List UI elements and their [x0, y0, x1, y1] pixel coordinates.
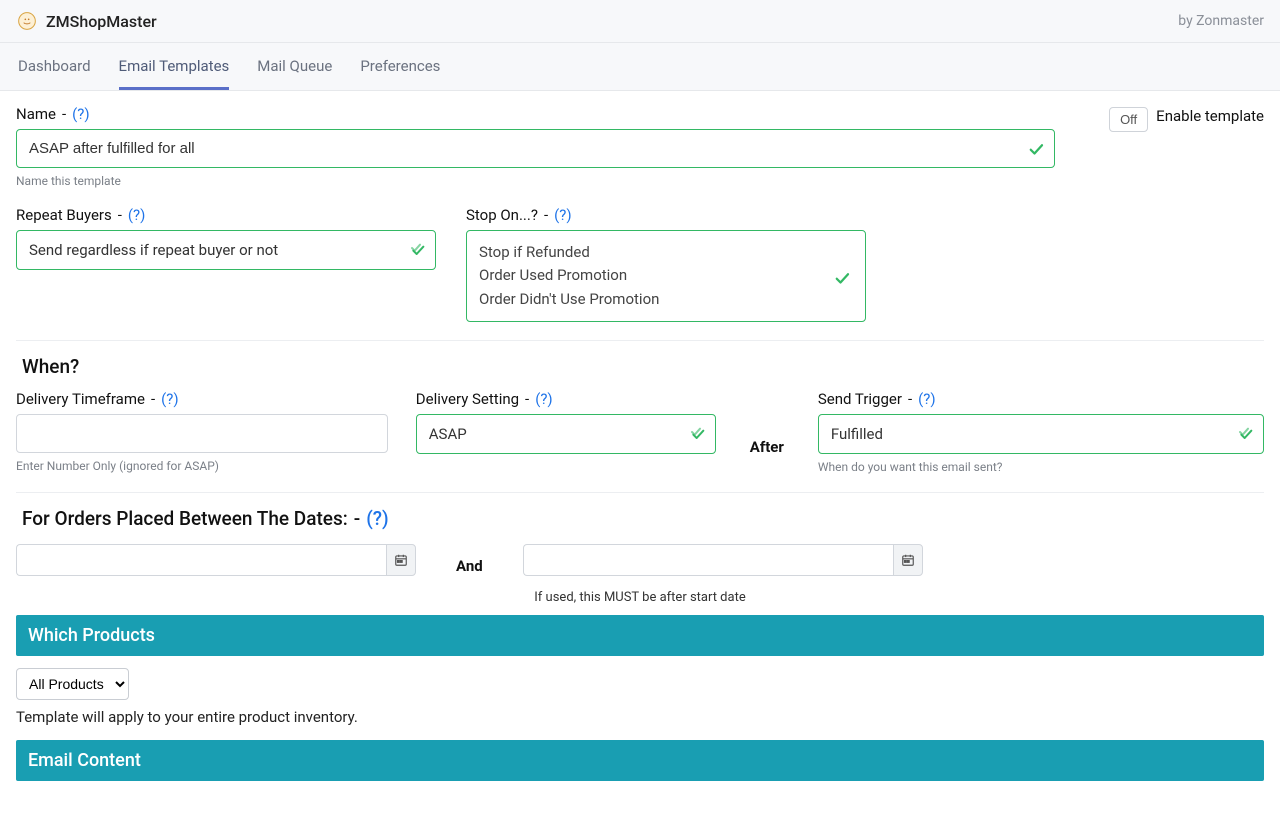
- dates-section-title: For Orders Placed Between The Dates: - (…: [22, 507, 1264, 530]
- enable-template-toggle[interactable]: Off: [1109, 107, 1148, 132]
- end-date-note: If used, this MUST be after start date: [16, 590, 1264, 605]
- after-word: After: [744, 420, 790, 474]
- check-icon: [1027, 140, 1045, 158]
- dates-help-link[interactable]: (?): [366, 507, 388, 530]
- delivery-setting-select[interactable]: ASAP: [416, 414, 716, 454]
- tab-preferences[interactable]: Preferences: [360, 43, 440, 90]
- byline: by Zonmaster: [1178, 13, 1264, 29]
- brand: ZMShopMaster: [16, 10, 157, 32]
- delivery-timeframe-input[interactable]: [16, 414, 388, 453]
- repeat-buyers-label: Repeat Buyers - (?): [16, 206, 436, 224]
- name-help-link[interactable]: (?): [72, 105, 89, 123]
- start-date-input[interactable]: [16, 544, 386, 576]
- name-label: Name - (?): [16, 105, 1055, 123]
- calendar-icon: [394, 553, 408, 567]
- start-date-picker-button[interactable]: [386, 544, 416, 576]
- app-logo-icon: [16, 10, 38, 32]
- check-icon: [833, 269, 851, 287]
- products-note: Template will apply to your entire produ…: [16, 708, 1264, 726]
- calendar-icon: [901, 553, 915, 567]
- stop-on-label: Stop On...? - (?): [466, 206, 866, 224]
- delivery-timeframe-label: Delivery Timeframe - (?): [16, 390, 388, 408]
- delivery-setting-help-link[interactable]: (?): [535, 390, 552, 408]
- name-input[interactable]: [16, 129, 1055, 168]
- delivery-timeframe-help-link[interactable]: (?): [161, 390, 178, 408]
- content-area: Name - (?) Name this template Off Enable…: [0, 91, 1280, 821]
- send-trigger-help-link[interactable]: (?): [918, 390, 935, 408]
- send-trigger-label: Send Trigger - (?): [818, 390, 1264, 408]
- tab-mail-queue[interactable]: Mail Queue: [257, 43, 332, 90]
- name-helper: Name this template: [16, 174, 1055, 188]
- end-date-group: [523, 544, 923, 576]
- repeat-buyers-help-link[interactable]: (?): [128, 206, 145, 224]
- chevron-up-down-icon: [690, 426, 706, 442]
- send-trigger-helper: When do you want this email sent?: [818, 460, 1264, 474]
- products-select[interactable]: All Products: [16, 668, 129, 700]
- app-name: ZMShopMaster: [46, 12, 157, 31]
- chevron-up-down-icon: [410, 242, 426, 258]
- enable-template-label: Enable template: [1156, 107, 1264, 125]
- stop-on-multiselect[interactable]: Stop if Refunded Order Used Promotion Or…: [466, 230, 866, 322]
- tab-email-templates[interactable]: Email Templates: [119, 43, 230, 90]
- top-bar: ZMShopMaster by Zonmaster: [0, 0, 1280, 43]
- when-section-title: When?: [22, 355, 1264, 378]
- delivery-setting-label: Delivery Setting - (?): [416, 390, 716, 408]
- tab-dashboard[interactable]: Dashboard: [18, 43, 91, 90]
- tab-bar: Dashboard Email Templates Mail Queue Pre…: [0, 43, 1280, 91]
- end-date-picker-button[interactable]: [893, 544, 923, 576]
- stop-on-help-link[interactable]: (?): [554, 206, 571, 224]
- email-content-banner: Email Content: [16, 740, 1264, 781]
- chevron-up-down-icon: [1238, 426, 1254, 442]
- delivery-timeframe-helper: Enter Number Only (ignored for ASAP): [16, 459, 388, 473]
- start-date-group: [16, 544, 416, 576]
- send-trigger-select[interactable]: Fulfilled: [818, 414, 1264, 454]
- end-date-input[interactable]: [523, 544, 893, 576]
- repeat-buyers-select[interactable]: Send regardless if repeat buyer or not: [16, 230, 436, 270]
- and-word: And: [456, 557, 483, 575]
- which-products-banner: Which Products: [16, 615, 1264, 656]
